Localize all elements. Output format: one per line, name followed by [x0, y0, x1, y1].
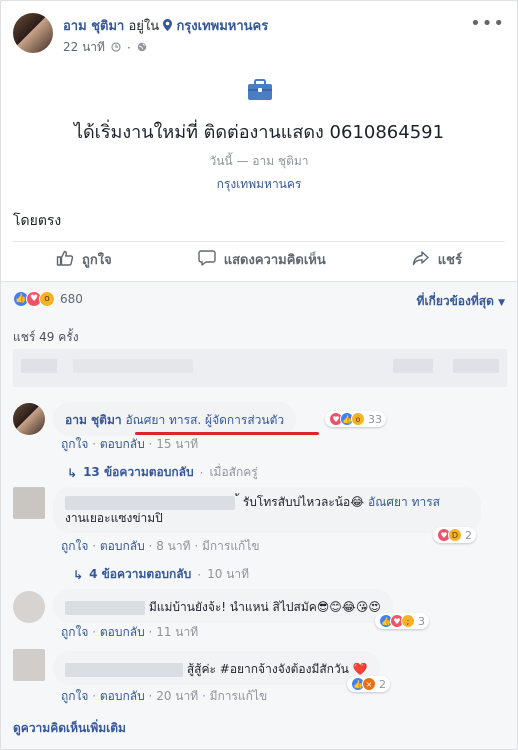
- comment-actions: ถูกใจ · ตอบกลับ · 20 นาที · มีการแก้ไข: [61, 689, 268, 703]
- clock-icon: [111, 41, 121, 55]
- replies-count: 13 ข้อความตอบกลับ: [83, 465, 194, 479]
- replies-time-sep: ·: [197, 567, 202, 582]
- blurred-commenter-name: [65, 662, 183, 677]
- comment-text-line2: งานเยอะแซงข่ามปิ: [65, 511, 163, 525]
- commenter-avatar[interactable]: [13, 649, 45, 681]
- blurred-commenter-name: [65, 495, 235, 510]
- reply-arrow-icon: ↳: [67, 465, 78, 480]
- like-button[interactable]: ถูกใจ: [56, 249, 112, 271]
- share-label: แชร์: [437, 253, 462, 268]
- comment-bubble: ้ รับโทรสับบ่ไหวละน้อ😂 อัณศยา ทารส งานเย…: [53, 487, 481, 533]
- comment-reply-link[interactable]: ตอบกลับ: [100, 689, 145, 703]
- post-meta: 22 นาที ·: [63, 38, 147, 57]
- replies-count: 4 ข้อความตอบกลับ: [89, 567, 192, 581]
- view-replies-link[interactable]: ↳ 4 ข้อความตอบกลับ · 10 นาที: [73, 565, 249, 584]
- comment-reaction-count: 3: [418, 614, 425, 628]
- comment-like-link[interactable]: ถูกใจ: [61, 625, 88, 639]
- comment-reactions[interactable]: ♥ 👍 o 33: [325, 411, 386, 427]
- globe-icon[interactable]: [137, 41, 147, 55]
- comment-time[interactable]: 11 นาที: [156, 625, 198, 639]
- sort-label: ที่เกี่ยวข้องที่สุด: [416, 294, 494, 308]
- location-link[interactable]: กรุงเทพมหานคร: [176, 19, 268, 34]
- commenter-avatar[interactable]: [13, 591, 45, 623]
- edited-label[interactable]: มีการแก้ไข: [210, 689, 268, 703]
- comment-bubble: สู้สู้ค่ะ #อยากจ้างจังต้องมีสักวัน ❤️: [53, 651, 380, 685]
- comment-label: แสดงความคิดเห็น: [223, 253, 326, 268]
- comment-bubble: มีแม่บ้านยังจ้ะ! นำแหน่ สิไปสมัค😎😊😂😘😍: [53, 589, 393, 623]
- haha-reaction-icon: D: [448, 528, 462, 542]
- comment-like-link[interactable]: ถูกใจ: [61, 539, 88, 553]
- commenter-name[interactable]: อาม ชุติมา: [65, 413, 122, 427]
- share-button[interactable]: แชร์: [412, 249, 462, 271]
- comment-text: สู้สู้ค่ะ #อยากจ้างจังต้องมีสักวัน ❤️: [186, 662, 368, 676]
- tagged-user[interactable]: อัณศยา ทารส: [368, 495, 440, 509]
- sad-reaction-icon: ;: [401, 614, 415, 628]
- life-event-subtitle: วันนี้ — อาม ชุติมา: [209, 154, 309, 168]
- tagged-user[interactable]: อัณศยา ทารส. ผู้จัดการส่วนตัว: [125, 413, 284, 427]
- commenter-avatar[interactable]: [13, 487, 45, 519]
- comment-text-line1: ้ รับโทรสับบ่ไหวละน้อ😂: [239, 495, 365, 509]
- share-arrow-icon: [412, 249, 430, 271]
- replies-time: 10 นาที: [207, 567, 250, 581]
- wow-reaction-icon: o: [39, 291, 55, 307]
- location-pin-icon: [163, 19, 176, 34]
- more-comments-link[interactable]: ดูความคิดเห็นเพิ่มเติม: [13, 719, 126, 738]
- comment-reactions[interactable]: 👍 ♥ ; 3: [375, 613, 429, 629]
- comment-actions: ถูกใจ · ตอบกลับ · 11 นาที: [61, 625, 199, 639]
- comment-actions: ถูกใจ · ตอบกลับ · 8 นาที · มีการแก้ไข: [61, 539, 260, 553]
- wow-reaction-icon: o: [351, 412, 365, 426]
- comment-bubble: อาม ชุติมา อัณศยา ทารส. ผู้จัดการส่วนตัว: [53, 402, 297, 436]
- more-options-icon[interactable]: •••: [470, 13, 505, 34]
- comment-reaction-count: 2: [379, 677, 386, 691]
- like-label: ถูกใจ: [82, 253, 112, 268]
- life-event-title: ได้เริ่มงานใหม่ที่ ติดต่องานแสดง 0610864…: [73, 122, 445, 143]
- replies-time-sep: ·: [199, 465, 204, 480]
- comment-time[interactable]: 15 นาที: [156, 437, 198, 451]
- comment-reactions[interactable]: ♥ D 2: [433, 527, 476, 543]
- reply-arrow-icon: ↳: [73, 567, 84, 582]
- author-name[interactable]: อาม ชุติมา: [63, 19, 124, 34]
- separator-dot: ·: [126, 40, 131, 55]
- comment-reply-link[interactable]: ตอบกลับ: [100, 437, 145, 451]
- blurred-commenter-name: [65, 600, 145, 615]
- comment-reactions[interactable]: 👍 × 2: [347, 676, 390, 692]
- author-avatar[interactable]: [13, 13, 53, 53]
- reaction-count: 680: [60, 292, 83, 306]
- comment-text: มีแม่บ้านยังจ้ะ! นำแหน่ สิไปสมัค😎😊😂😘😍: [148, 600, 381, 614]
- comment-button[interactable]: แสดงความคิดเห็น: [198, 249, 326, 271]
- comment-reaction-count: 33: [368, 412, 382, 426]
- comment-time[interactable]: 20 นาที: [156, 689, 198, 703]
- replies-time: เมื่อสักครู่: [209, 465, 258, 479]
- comment-like-link[interactable]: ถูกใจ: [61, 689, 88, 703]
- shares-count[interactable]: แชร์ 49 ครั้ง: [13, 328, 79, 347]
- reaction-summary[interactable]: 👍 ♥ o 680: [13, 291, 83, 307]
- view-replies-link[interactable]: ↳ 13 ข้อความตอบกลับ · เมื่อสักครู่: [67, 463, 258, 482]
- thumbs-up-icon: [56, 249, 74, 271]
- action-bar: ถูกใจ แสดงความคิดเห็น แชร์: [13, 241, 505, 277]
- life-event-location[interactable]: กรุงเทพมหานคร: [1, 175, 517, 194]
- post-text: โดยตรง: [13, 213, 62, 229]
- comment-reply-link[interactable]: ตอบกลับ: [100, 539, 145, 553]
- comment-like-link[interactable]: ถูกใจ: [61, 437, 88, 451]
- comment-actions: ถูกใจ · ตอบกลับ · 15 นาที: [61, 437, 199, 451]
- comment-reaction-count: 2: [465, 528, 472, 542]
- edited-label[interactable]: มีการแก้ไข: [202, 539, 260, 553]
- comment-time[interactable]: 8 นาที: [156, 539, 190, 553]
- post-card: อาม ชุติมา อยู่ใน กรุงเทพมหานคร 22 นาที …: [0, 0, 518, 750]
- briefcase-icon: [247, 77, 273, 103]
- comment-reply-link[interactable]: ตอบกลับ: [100, 625, 145, 639]
- speech-bubble-icon: [198, 249, 216, 271]
- sort-dropdown[interactable]: ที่เกี่ยวข้องที่สุด ▼: [417, 292, 505, 311]
- angry-reaction-icon: ×: [362, 677, 376, 691]
- commenter-avatar[interactable]: [13, 403, 45, 435]
- at-text: อยู่ใน: [128, 19, 160, 34]
- post-header: อาม ชุติมา อยู่ใน กรุงเทพมหานคร: [63, 15, 268, 36]
- post-time[interactable]: 22 นาที: [63, 38, 105, 57]
- blurred-sharers: [13, 349, 507, 387]
- dropdown-arrow-icon: ▼: [498, 298, 505, 308]
